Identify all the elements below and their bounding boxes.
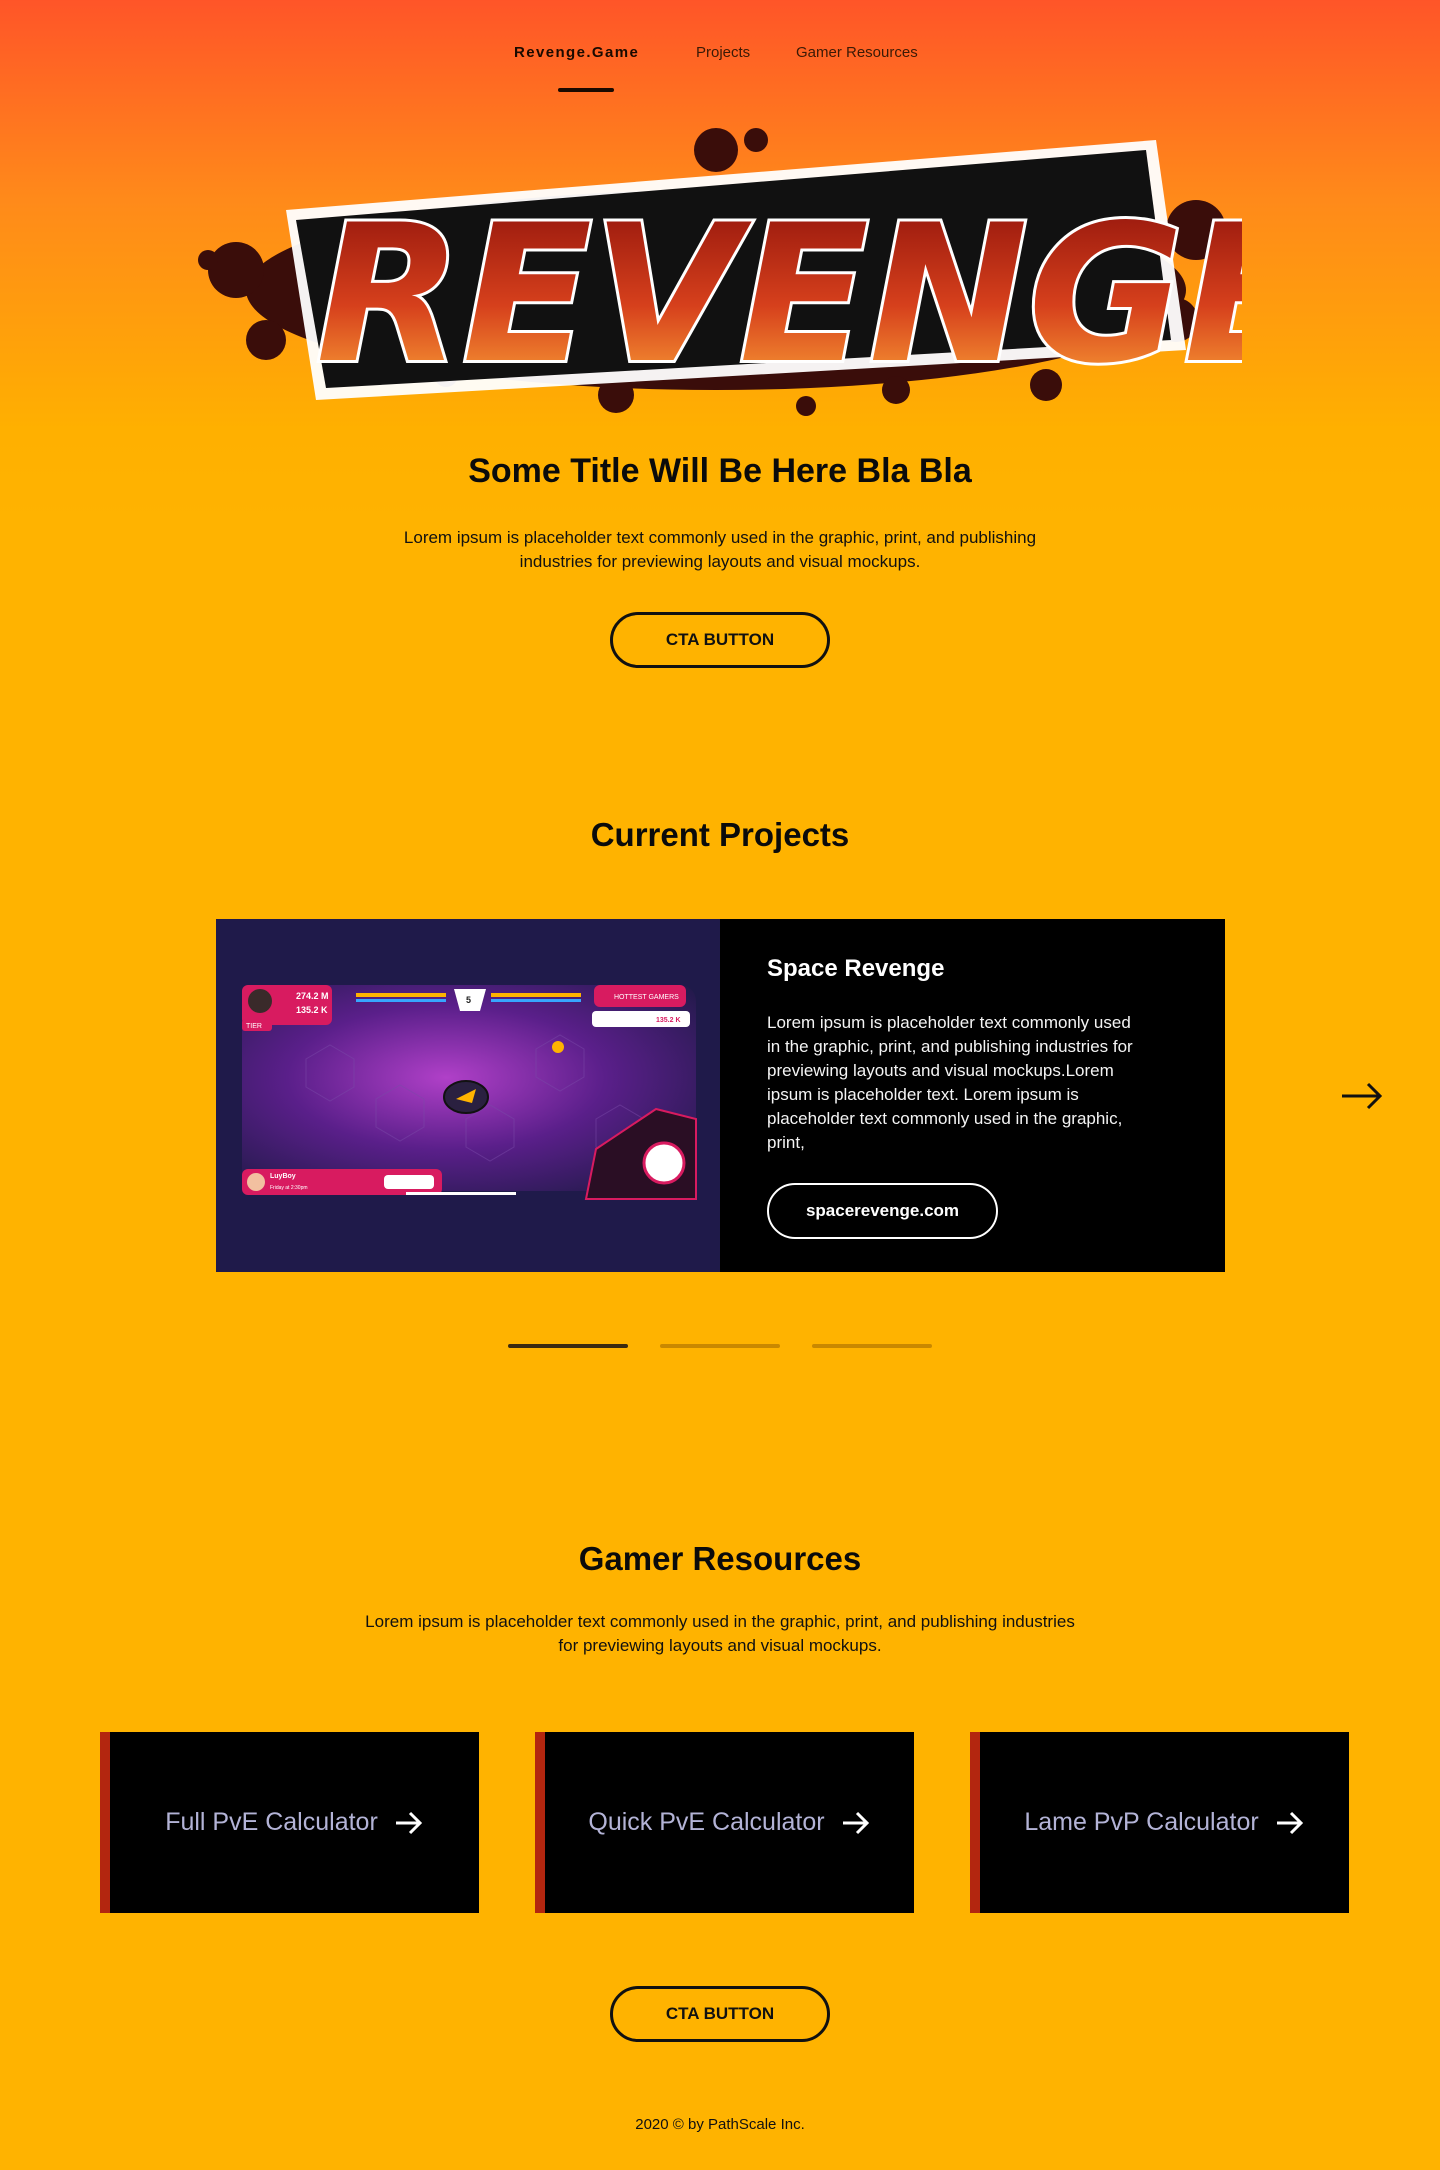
- hero-title: Some Title Will Be Here Bla Bla: [468, 452, 972, 490]
- arrow-right-icon: [1342, 1082, 1383, 1110]
- hud-stat-2: 135.2 K: [296, 1005, 328, 1015]
- chat-time: Friday at 2:30pm: [270, 1185, 308, 1191]
- top-nav: Revenge.Game Projects Gamer Resources: [0, 44, 1440, 94]
- arrow-right-icon: [842, 1811, 869, 1834]
- project-screenshot: 274.2 M 135.2 K TIER 5 HOTTEST GAMERS 13…: [216, 919, 720, 1272]
- chat-user: LuyBoy: [270, 1173, 296, 1180]
- resources-cta-button[interactable]: CTA BUTTON: [610, 1986, 830, 2042]
- project-name: Space Revenge: [767, 955, 945, 982]
- carousel-dot-3[interactable]: [812, 1344, 932, 1348]
- projects-section-title: Current Projects: [590, 816, 850, 853]
- hud-tier: TIER: [246, 1023, 262, 1030]
- hero-description: Lorem ipsum is placeholder text commonly…: [403, 528, 1037, 571]
- tile-label: Lame PvP Calculator: [1024, 1808, 1259, 1836]
- resources-section-title: Gamer Resources: [578, 1540, 862, 1577]
- logo-text: REVENGE!: [316, 184, 1242, 405]
- project-card: 274.2 M 135.2 K TIER 5 HOTTEST GAMERS 13…: [216, 919, 1225, 1272]
- resource-tile-quick-pve-calculator[interactable]: Quick PvE Calculator: [535, 1732, 914, 1913]
- nav-item-projects[interactable]: Projects: [696, 44, 750, 61]
- tile-label: Quick PvE Calculator: [588, 1808, 825, 1836]
- arrow-right-icon: [395, 1811, 422, 1834]
- game-screenshot-image: 274.2 M 135.2 K TIER 5 HOTTEST GAMERS 13…: [216, 919, 720, 1272]
- hud-rex: 135.2 K: [656, 1017, 681, 1024]
- tile-label: Full PvE Calculator: [165, 1808, 378, 1836]
- carousel-dot-2[interactable]: [660, 1344, 780, 1348]
- footer-copyright: 2020 © by PathScale Inc.: [635, 2116, 805, 2133]
- revenge-logo: REVENGE!: [196, 120, 1403, 440]
- arrow-right-icon: [1276, 1811, 1303, 1834]
- project-link-button[interactable]: spacerevenge.com: [767, 1183, 998, 1239]
- resource-tile-full-pve-calculator[interactable]: Full PvE Calculator: [100, 1732, 479, 1913]
- hud-center-number: 5: [466, 995, 471, 1005]
- project-description: Lorem ipsum is placeholder text commonly…: [767, 1013, 1133, 1152]
- project-info: Space Revenge Lorem ipsum is placeholder…: [767, 955, 1147, 1155]
- resources-description: Lorem ipsum is placeholder text commonly…: [365, 1612, 1075, 1655]
- nav-brand-link[interactable]: Revenge.Game: [514, 44, 639, 61]
- nav-active-indicator: [558, 88, 614, 92]
- hud-stat-1: 274.2 M: [296, 991, 329, 1001]
- carousel-pagination: [0, 1344, 1440, 1348]
- carousel-dot-1[interactable]: [508, 1344, 628, 1348]
- resource-tile-lame-pvp-calculator[interactable]: Lame PvP Calculator: [970, 1732, 1349, 1913]
- carousel-next-button[interactable]: [1340, 1080, 1384, 1112]
- nav-item-gamer-resources[interactable]: Gamer Resources: [796, 44, 918, 61]
- hero-cta-button[interactable]: CTA BUTTON: [610, 612, 830, 668]
- hud-hottest: HOTTEST GAMERS: [614, 994, 679, 1001]
- revenge-graffiti-logo: REVENGE!: [198, 128, 1403, 416]
